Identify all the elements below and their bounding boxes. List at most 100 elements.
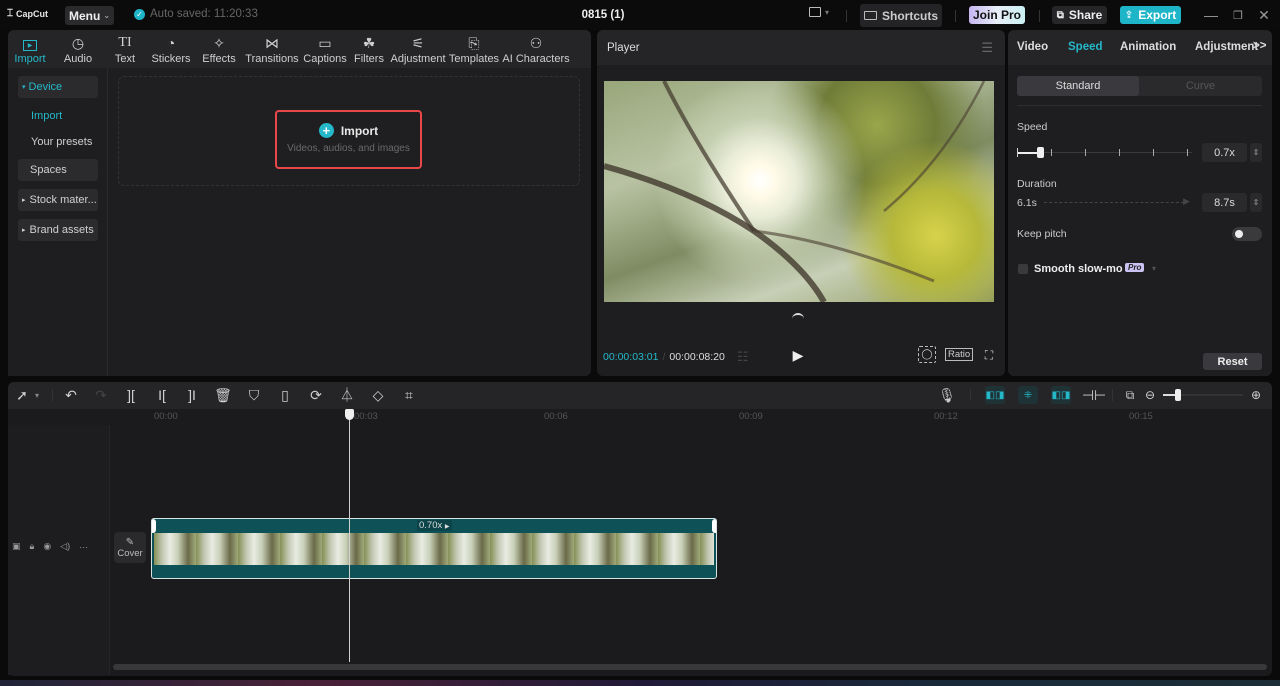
tab-text[interactable]: TI Text [104,30,146,68]
mode-curve[interactable]: Curve [1139,76,1262,96]
restore-button[interactable]: ❐ [1230,7,1246,23]
more-icon[interactable]: ··· [79,542,88,552]
chevron-down-icon[interactable]: ▾ [1152,264,1156,273]
shortcuts-button[interactable]: Shortcuts [860,4,942,27]
rotate-button[interactable]: ◇ [368,386,388,404]
reset-button[interactable]: Reset [1203,353,1262,370]
sidebar-item-import[interactable]: Import [18,105,98,127]
more-tabs-button[interactable]: >> [1253,40,1266,52]
zoom-slider-thumb[interactable] [1175,389,1181,401]
keep-pitch-toggle[interactable] [1232,227,1262,241]
delete-button[interactable]: 🗑 [213,386,233,404]
tab-effects[interactable]: ✧ Effects [196,30,242,68]
zoom-preview-button[interactable]: ◯ [918,346,936,363]
undo-button[interactable]: ↶ [61,386,81,404]
tick [1051,149,1052,156]
record-audio-button[interactable]: 🎙 [938,386,956,404]
layout-button[interactable]: ▾ [809,7,829,17]
crop-handle-icon[interactable] [792,313,804,319]
redo-button[interactable]: ↷ [91,386,111,404]
tab-video[interactable]: Video [1017,41,1048,53]
sidebar-label: Import [31,110,63,122]
play-button[interactable]: ▶ [791,347,805,363]
tab-ai-characters[interactable]: ⚇ AI Characters [502,30,570,68]
timeline-scrollbar[interactable] [113,664,1267,670]
marker-button[interactable]: ⛉ [244,386,264,404]
tab-audio[interactable]: ◷ Audio [52,30,104,68]
tab-stickers[interactable]: ◔ Stickers [146,30,196,68]
timeline-grid-icon[interactable]: ☷ [737,349,749,365]
track-video-icon[interactable]: ▣ [12,541,21,552]
volume-icon[interactable]: ◁) [60,541,70,552]
tab-adjustment[interactable]: Adjustment [1195,41,1258,53]
video-preview[interactable] [604,81,994,302]
track-controls: ▣ 🔒︎ ◉ ◁) ··· [12,541,88,552]
playhead[interactable] [349,414,350,662]
ratio-button[interactable]: Ratio [945,348,974,361]
linkage-button[interactable]: ◧◨ [1051,386,1071,404]
tab-animation[interactable]: Animation [1120,41,1176,53]
split-right-button[interactable]: ]I [182,386,202,404]
auto-snap-button[interactable]: ⁜ [1018,386,1038,404]
duration-stepper[interactable]: ⇕ [1250,193,1262,212]
timeline-zoom-slider[interactable] [1163,389,1243,401]
close-button[interactable]: ✕ [1256,7,1272,23]
tab-transitions[interactable]: ⋈ Transitions [242,30,302,68]
sidebar-item-stock-materials[interactable]: ▸ Stock mater... [18,189,98,211]
edit-icon: ✎ [125,536,135,548]
tab-adjustment[interactable]: ⚟ Adjustment [390,30,446,68]
chevron-down-icon[interactable]: ▾ [30,386,44,404]
zoom-out-button[interactable]: ⊖ [1143,386,1157,404]
sidebar-item-brand-assets[interactable]: ▸ Brand assets [18,219,98,241]
sidebar-item-device[interactable]: ▾ Device [18,76,98,98]
clip-trim-right[interactable] [712,519,716,533]
fullscreen-button[interactable]: ⛶ [982,347,996,363]
crop-button[interactable]: ⌗ [399,386,419,404]
preview-axis-button[interactable]: ⊣⊢ [1082,386,1106,404]
video-clip[interactable]: 0.70x ▶ [151,518,717,579]
mirror-button[interactable]: ⏃ [337,386,357,404]
main-track-magnet-button[interactable]: ◧◨ [985,386,1005,404]
share-icon: ⧉ [1056,9,1064,21]
smooth-slowmo-checkbox[interactable] [1018,264,1028,274]
split-button[interactable]: ][ [121,386,141,404]
cover-label: Cover [117,547,143,559]
reverse-button[interactable]: ⟳ [306,386,326,404]
select-tool-button[interactable]: ➚ [14,386,30,404]
speed-stepper[interactable]: ⇕ [1250,143,1262,162]
close-icon: ✕ [1258,6,1270,23]
tab-captions[interactable]: ▭ Captions [302,30,348,68]
minimize-button[interactable]: — [1203,7,1219,23]
import-button[interactable]: + Import Videos, audios, and images [275,110,422,169]
tab-filters[interactable]: ☘ Filters [348,30,390,68]
speed-slider[interactable] [1017,147,1192,158]
export-button[interactable]: ⇪ Export [1120,6,1181,24]
lock-icon[interactable]: 🔒︎ [30,541,35,552]
zoom-in-button[interactable]: ⊕ [1249,386,1263,404]
speed-slider-thumb[interactable] [1037,147,1044,158]
playhead-handle[interactable] [345,409,354,420]
speed-input[interactable]: 0.7x [1202,143,1247,162]
share-button[interactable]: ⧉ Share [1052,6,1107,24]
join-pro-button[interactable]: Join Pro [969,6,1025,24]
tab-speed[interactable]: Speed [1068,41,1103,53]
player-title: Player [607,41,640,54]
effects-icon: ✧ [213,35,225,51]
tab-label: Adjustment [390,53,446,65]
mode-standard[interactable]: Standard [1017,76,1139,96]
cover-button[interactable]: ✎ Cover [114,532,146,563]
clip-trim-left[interactable] [152,519,156,533]
sidebar-item-spaces[interactable]: Spaces [18,159,98,181]
tab-templates[interactable]: ⎘ Templates [446,30,502,68]
player-menu-icon[interactable]: ☰ [981,40,993,56]
zoom-fit-button[interactable]: ⧉ [1121,386,1139,404]
tab-import[interactable]: ▶ Import [8,30,52,68]
freeze-button[interactable]: ▯ [275,386,295,404]
divider [1112,389,1113,401]
sidebar-item-your-presets[interactable]: Your presets [18,131,98,153]
duration-input[interactable]: 8.7s [1202,193,1247,212]
keep-pitch-label: Keep pitch [1017,228,1067,240]
magnify-icon: ◯ [921,349,933,360]
split-left-button[interactable]: I[ [152,386,172,404]
eye-icon[interactable]: ◉ [43,541,51,552]
